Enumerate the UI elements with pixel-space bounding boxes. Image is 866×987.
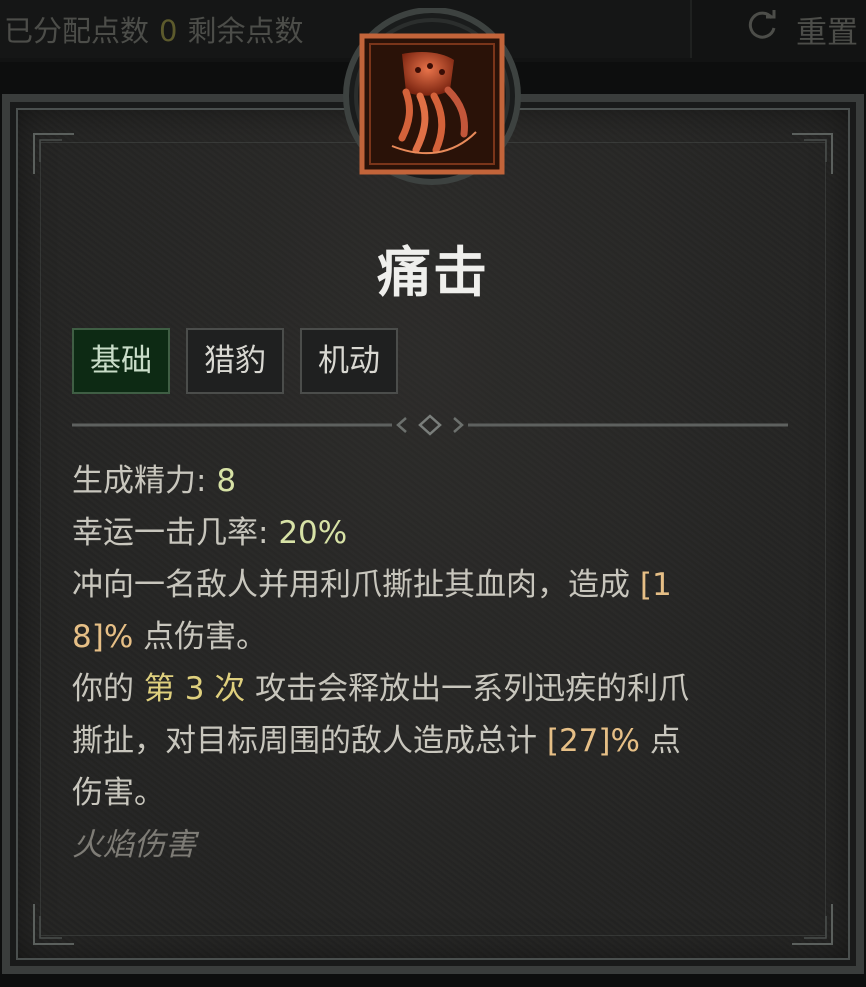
skill-icon-medallion xyxy=(336,7,528,192)
skill-description: 生成精力: 8 幸运一击几率: 20% 冲向一名敌人并用利爪撕扯其血肉，造成 [… xyxy=(72,455,792,871)
stat-crit: 幸运一击几率: 20% xyxy=(72,507,792,559)
desc2-text-f: 点 xyxy=(649,723,681,759)
spirit-label: 生成精力: xyxy=(72,463,207,499)
desc-line-1: 冲向一名敌人并用利爪撕扯其血肉，造成 [1 xyxy=(72,559,792,611)
allocated-value: 0 xyxy=(159,14,178,48)
desc-line-4: 撕扯，对目标周围的敌人造成总计 [27]% 点 xyxy=(72,715,792,767)
tag-leopard: 猎豹 xyxy=(186,328,284,394)
third-hit-highlight: 第 3 次 xyxy=(143,671,246,707)
crit-value: 20% xyxy=(278,515,348,551)
stat-spirit: 生成精力: 8 xyxy=(72,455,792,507)
desc1-tail: 点伤害。 xyxy=(143,619,268,655)
reset-button[interactable]: 重置 xyxy=(744,7,858,52)
desc2-text-d: 撕扯，对目标周围的敌人造成总计 xyxy=(72,723,537,759)
skill-title: 痛击 xyxy=(377,241,489,304)
tag-basic: 基础 xyxy=(72,328,170,394)
crit-label: 幸运一击几率: xyxy=(72,515,269,551)
skill-tags: 基础 猎豹 机动 xyxy=(72,328,398,394)
desc-line-3: 你的 第 3 次 攻击会释放出一系列迅疾的利爪 xyxy=(72,663,792,715)
corner-ornament-top-left xyxy=(32,132,76,176)
points-summary: 已分配点数 0 剩余点数 xyxy=(4,8,303,50)
spirit-value: 8 xyxy=(216,463,237,499)
damage-type: 火焰伤害 xyxy=(72,827,196,863)
corner-ornament-top-right xyxy=(790,132,834,176)
desc2-text-g: 伤害。 xyxy=(72,775,165,811)
desc-line-5: 伤害。 xyxy=(72,767,792,819)
tag-agility: 机动 xyxy=(300,328,398,394)
desc2-text-a: 你的 xyxy=(72,671,134,707)
section-divider xyxy=(72,410,788,440)
damage-value-1b: 8]% xyxy=(72,619,134,655)
damage-value-2: [27]% xyxy=(546,723,640,759)
remaining-label: 剩余点数 xyxy=(187,14,304,48)
desc-line-2: 8]% 点伤害。 xyxy=(72,611,792,663)
desc2-text-c: 攻击会释放出一系列迅疾的利爪 xyxy=(255,671,690,707)
claw-icon xyxy=(372,46,492,162)
allocated-label: 已分配点数 xyxy=(4,14,150,48)
reset-icon xyxy=(744,8,780,52)
reset-label: 重置 xyxy=(796,15,858,51)
corner-ornament-bottom-right xyxy=(790,902,834,946)
damage-value-1a: [1 xyxy=(639,567,672,603)
desc1-text: 冲向一名敌人并用利爪撕扯其血肉，造成 xyxy=(72,567,630,603)
corner-ornament-bottom-left xyxy=(32,902,76,946)
